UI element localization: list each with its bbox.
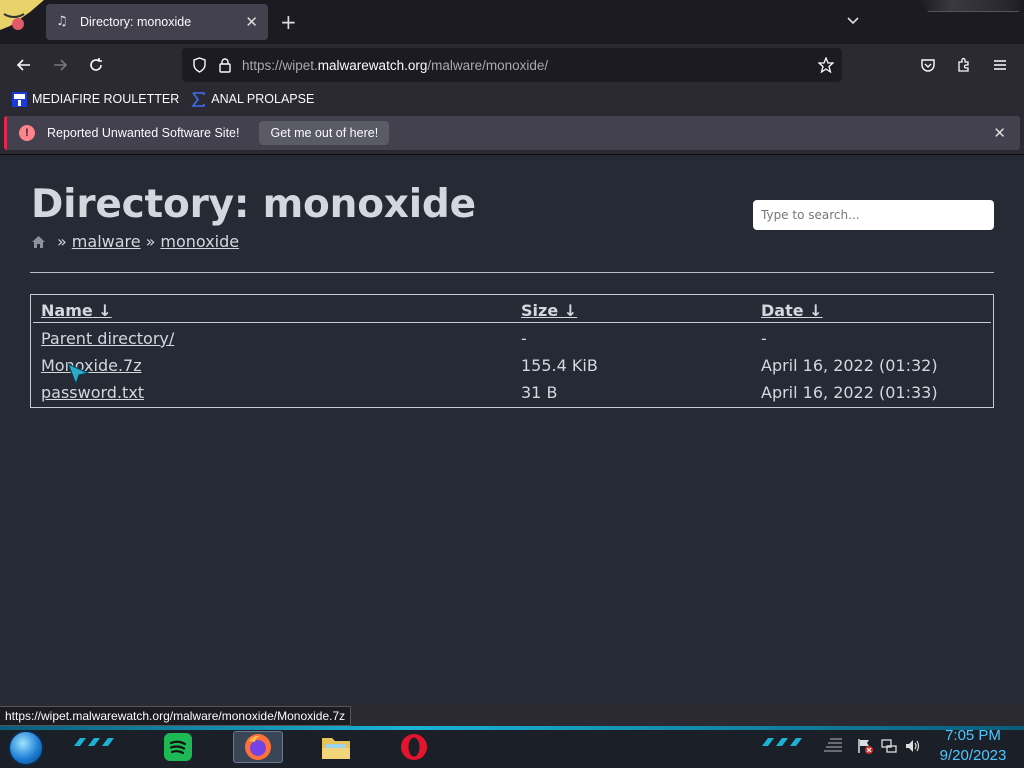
back-arrow-icon bbox=[16, 59, 30, 71]
warning-close-icon[interactable]: ✕ bbox=[993, 124, 1006, 142]
table-row: Monoxide.7z 155.4 KiB April 16, 2022 (01… bbox=[31, 353, 993, 380]
music-note-icon: ♫ bbox=[56, 14, 68, 29]
pocket-button[interactable] bbox=[916, 53, 940, 77]
opera-icon bbox=[401, 734, 427, 760]
url-text: https://wipet.malwarewatch.org/malware/m… bbox=[242, 57, 549, 73]
volume-icon[interactable] bbox=[905, 738, 921, 754]
system-clock[interactable]: 7:05 PM 9/20/2023 bbox=[926, 726, 1020, 766]
hamburger-icon bbox=[994, 60, 1006, 70]
sigma-icon bbox=[191, 91, 206, 107]
file-link-parent[interactable]: Parent directory/ bbox=[41, 329, 174, 348]
breadcrumb-separator: » bbox=[145, 232, 156, 251]
table-row: Parent directory/ - - bbox=[31, 326, 993, 353]
spotify-taskbar-button[interactable] bbox=[162, 731, 194, 763]
mouse-cursor-icon bbox=[66, 362, 90, 386]
opera-taskbar-button[interactable] bbox=[398, 731, 430, 763]
column-name-header[interactable]: Name ↓ bbox=[41, 301, 112, 320]
network-icon[interactable] bbox=[881, 738, 897, 754]
divider bbox=[30, 272, 994, 273]
file-listing-table: Name ↓ Size ↓ Date ↓ Parent directory/ -… bbox=[30, 294, 994, 408]
taskbar-deco bbox=[74, 738, 114, 746]
back-button[interactable] bbox=[12, 53, 36, 77]
puzzle-icon bbox=[958, 57, 969, 72]
page-title: Directory: monoxide bbox=[31, 182, 476, 227]
lock-icon[interactable] bbox=[216, 56, 234, 74]
column-date-header[interactable]: Date ↓ bbox=[761, 301, 823, 320]
corner-art bbox=[0, 0, 44, 30]
breadcrumb-malware[interactable]: malware bbox=[72, 232, 141, 251]
action-center-flag-icon[interactable] bbox=[857, 738, 873, 754]
file-link-password-txt[interactable]: password.txt bbox=[41, 383, 144, 402]
header-divider bbox=[33, 322, 991, 323]
file-size: - bbox=[521, 329, 527, 348]
new-tab-button[interactable]: + bbox=[280, 10, 297, 34]
column-size-header[interactable]: Size ↓ bbox=[521, 301, 577, 320]
nav-bar: https://wipet.malwarewatch.org/malware/m… bbox=[0, 44, 1024, 86]
unwanted-software-warning: ! Reported Unwanted Software Site! Get m… bbox=[4, 116, 1020, 150]
reload-icon bbox=[90, 58, 102, 71]
file-date: April 16, 2022 (01:33) bbox=[761, 383, 938, 402]
file-size: 31 B bbox=[521, 383, 558, 402]
breadcrumb-separator: » bbox=[57, 232, 67, 251]
bookmark-label: MEDIAFIRE ROULETTER bbox=[32, 92, 180, 106]
search-input[interactable] bbox=[753, 200, 994, 230]
breadcrumb: » malware » monoxide bbox=[31, 232, 239, 251]
firefox-taskbar-button[interactable] bbox=[233, 731, 283, 763]
warning-message: Reported Unwanted Software Site! bbox=[47, 126, 240, 140]
get-me-out-button[interactable]: Get me out of here! bbox=[259, 121, 390, 145]
taskbar-deco bbox=[762, 738, 802, 746]
tab-strip: ♫ Directory: monoxide ✕ + bbox=[0, 0, 1024, 44]
menu-button[interactable] bbox=[988, 53, 1012, 77]
taskbar-glow bbox=[0, 726, 1024, 730]
bookmark-mediafire[interactable]: MEDIAFIRE ROULETTER bbox=[12, 91, 180, 107]
tab-close-icon[interactable]: ✕ bbox=[245, 13, 258, 31]
file-date: - bbox=[761, 329, 767, 348]
folder-icon bbox=[322, 738, 350, 759]
show-hidden-icons-icon[interactable] bbox=[822, 738, 844, 752]
url-bar[interactable]: https://wipet.malwarewatch.org/malware/m… bbox=[182, 48, 842, 82]
bookmark-label: ANAL PROLAPSE bbox=[211, 92, 315, 106]
window-deco bbox=[920, 0, 1024, 12]
table-row: password.txt 31 B April 16, 2022 (01:33) bbox=[31, 380, 993, 407]
tracking-shield-icon[interactable] bbox=[190, 56, 208, 74]
file-date: April 16, 2022 (01:32) bbox=[761, 356, 938, 375]
alert-icon: ! bbox=[19, 125, 35, 141]
pocket-icon bbox=[921, 59, 935, 72]
tab-active[interactable]: ♫ Directory: monoxide ✕ bbox=[46, 4, 268, 40]
mft-icon bbox=[12, 91, 27, 107]
bookmark-prolapse[interactable]: ANAL PROLAPSE bbox=[191, 91, 315, 107]
home-icon[interactable] bbox=[31, 235, 46, 249]
spotify-icon bbox=[164, 733, 192, 761]
page-content: Directory: monoxide » malware » monoxide… bbox=[0, 155, 1024, 703]
reload-button[interactable] bbox=[84, 53, 108, 77]
table-header: Name ↓ Size ↓ Date ↓ bbox=[31, 295, 993, 323]
taskbar: 7:05 PM 9/20/2023 bbox=[0, 726, 1024, 768]
firefox-icon bbox=[245, 734, 271, 760]
file-explorer-taskbar-button[interactable] bbox=[320, 731, 352, 763]
breadcrumb-monoxide[interactable]: monoxide bbox=[160, 232, 239, 251]
forward-arrow-icon bbox=[54, 59, 68, 71]
extensions-button[interactable] bbox=[952, 53, 976, 77]
clock-date: 9/20/2023 bbox=[939, 747, 1007, 764]
clock-time: 7:05 PM bbox=[945, 727, 1001, 744]
file-size: 155.4 KiB bbox=[521, 356, 598, 375]
tab-title: Directory: monoxide bbox=[80, 15, 192, 29]
list-all-tabs-icon[interactable] bbox=[845, 12, 861, 28]
bookmarks-bar: MEDIAFIRE ROULETTER ANAL PROLAPSE bbox=[0, 86, 1024, 112]
forward-button[interactable] bbox=[48, 53, 72, 77]
file-link-monoxide-7z[interactable]: Monoxide.7z bbox=[41, 356, 142, 375]
bookmark-star-icon[interactable] bbox=[818, 57, 834, 73]
link-status-bar: https://wipet.malwarewatch.org/malware/m… bbox=[0, 706, 352, 726]
start-button[interactable] bbox=[8, 730, 44, 766]
